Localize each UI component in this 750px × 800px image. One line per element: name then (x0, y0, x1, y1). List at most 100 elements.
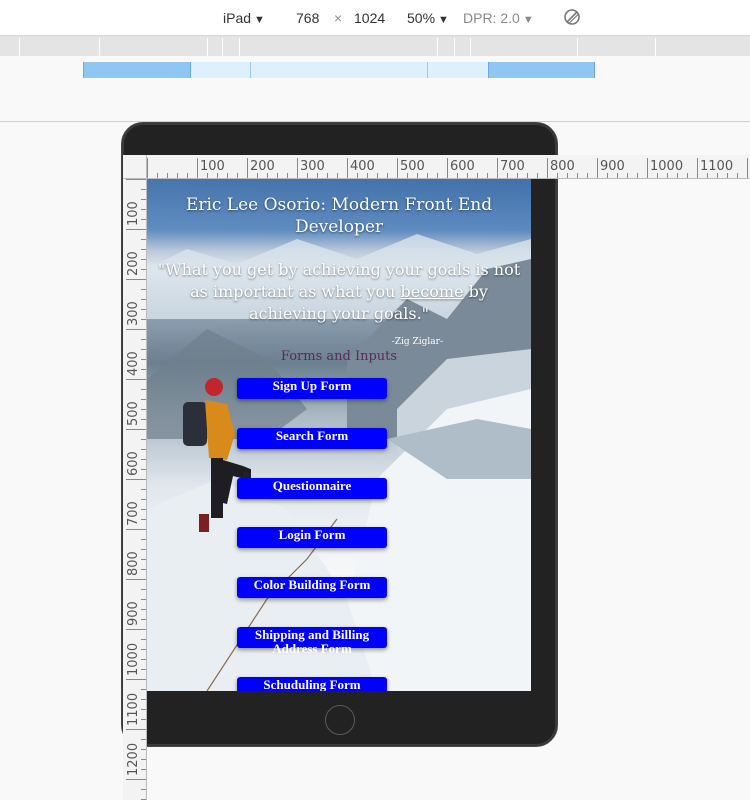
ruler-tick (547, 158, 548, 178)
ruler-label: 900 (126, 601, 141, 626)
ruler-tick (141, 549, 146, 550)
ruler-label: 100 (200, 159, 225, 174)
shipping-billing-form-button[interactable]: Shipping and Billing Address Form (237, 627, 387, 656)
ruler-tick (277, 173, 278, 178)
ruler-tick (141, 209, 146, 210)
media-query-bar[interactable] (0, 36, 750, 56)
ruler-tick (197, 158, 198, 178)
ruler-tick (141, 659, 146, 660)
ruler-tick (687, 173, 688, 178)
chevron-down-icon: ▼ (254, 14, 265, 26)
mq-tick (470, 38, 471, 56)
ruler-tick (141, 399, 146, 400)
ruler-tick (141, 189, 146, 190)
ruler-tick (141, 219, 146, 220)
ruler-tick (487, 173, 488, 178)
horizontal-ruler: 100 200 300 400 500 600 700 800 900 1000 1100 (147, 155, 750, 179)
ruler-label: 500 (400, 159, 425, 174)
ruler-tick (141, 639, 146, 640)
breakpoint-segment[interactable] (83, 62, 191, 78)
sign-up-form-button[interactable]: Sign Up Form (237, 378, 387, 399)
ruler-tick (141, 439, 146, 440)
dpr-select[interactable]: DPR: 2.0 ▼ (463, 9, 534, 27)
ruler-tick (126, 329, 146, 330)
section-heading: Forms and Inputs (280, 349, 398, 364)
ruler-label: 1000 (126, 642, 141, 676)
emulated-viewport[interactable]: Eric Lee Osorio: Modern Front End Develo… (147, 179, 531, 691)
ruler-tick (447, 158, 448, 178)
ruler-tick (141, 259, 146, 260)
ruler-tick (747, 158, 748, 178)
color-building-form-button[interactable]: Color Building Form (237, 577, 387, 598)
ruler-tick (141, 559, 146, 560)
times-icon: × (334, 10, 343, 26)
ruler-tick (737, 173, 738, 178)
ruler-tick (126, 729, 146, 730)
ruler-tick (141, 249, 146, 250)
ruler-label: 700 (126, 501, 141, 526)
ruler-tick (187, 173, 188, 178)
device-select[interactable]: iPad ▼ (223, 9, 265, 27)
ruler-label: 1100 (700, 159, 734, 174)
ruler-tick (247, 158, 248, 178)
mq-tick (437, 38, 438, 56)
ruler-label: 600 (450, 159, 475, 174)
ruler-tick (141, 509, 146, 510)
ruler-tick (237, 173, 238, 178)
dpr-value: DPR: 2.0 (463, 10, 520, 26)
ruler-label: 200 (250, 159, 275, 174)
ruler-tick (177, 173, 178, 178)
ruler-tick (141, 539, 146, 540)
ruler-tick (126, 179, 146, 180)
ruler-label: 400 (126, 351, 141, 376)
ruler-tick (141, 669, 146, 670)
ruler-tick (141, 499, 146, 500)
ruler-tick (126, 229, 146, 230)
ruler-tick (141, 299, 146, 300)
login-form-button[interactable]: Login Form (237, 527, 387, 548)
chevron-down-icon: ▼ (438, 14, 449, 26)
ruler-tick (347, 158, 348, 178)
ruler-tick (141, 339, 146, 340)
ruler-tick (141, 649, 146, 650)
ruler-tick (141, 789, 146, 790)
ruler-tick (141, 319, 146, 320)
questionnaire-button[interactable]: Questionnaire (237, 478, 387, 499)
breakpoint-segment[interactable] (191, 62, 250, 78)
ruler-corner (123, 155, 147, 179)
mq-tick (207, 38, 208, 56)
mq-tick (99, 38, 100, 56)
ruler-tick (157, 173, 158, 178)
height-input[interactable]: 1024 (354, 9, 385, 27)
ruler-tick (141, 489, 146, 490)
ruler-tick (141, 519, 146, 520)
mq-tick (239, 38, 240, 56)
ruler-tick (141, 569, 146, 570)
rotate-icon[interactable] (562, 7, 582, 25)
mq-tick (577, 38, 578, 56)
ruler-label: 300 (300, 159, 325, 174)
ruler-tick (141, 619, 146, 620)
width-input[interactable]: 768 (296, 9, 319, 27)
ruler-tick (126, 479, 146, 480)
ruler-label: 300 (126, 301, 141, 326)
search-form-button[interactable]: Search Form (237, 428, 387, 449)
ruler-tick (377, 173, 378, 178)
breakpoint-segment[interactable] (428, 62, 488, 78)
ruler-tick (141, 759, 146, 760)
ruler-tick (147, 158, 148, 178)
ruler-label: 800 (550, 159, 575, 174)
ruler-tick (126, 629, 146, 630)
zoom-select[interactable]: 50% ▼ (407, 9, 449, 27)
ruler-label: 100 (126, 201, 141, 226)
breakpoint-segment[interactable] (250, 62, 428, 78)
scheduling-form-button[interactable]: Schuduling Form (237, 677, 387, 691)
breakpoint-segment[interactable] (488, 62, 595, 78)
ruler-label: 1000 (650, 159, 684, 174)
ruler-tick (287, 173, 288, 178)
ruler-tick (141, 269, 146, 270)
ruler-tick (126, 429, 146, 430)
device-toolbar: iPad ▼ 768 × 1024 50% ▼ DPR: 2.0 ▼ (0, 0, 750, 36)
ruler-tick (141, 589, 146, 590)
ruler-label: 1200 (126, 742, 141, 776)
